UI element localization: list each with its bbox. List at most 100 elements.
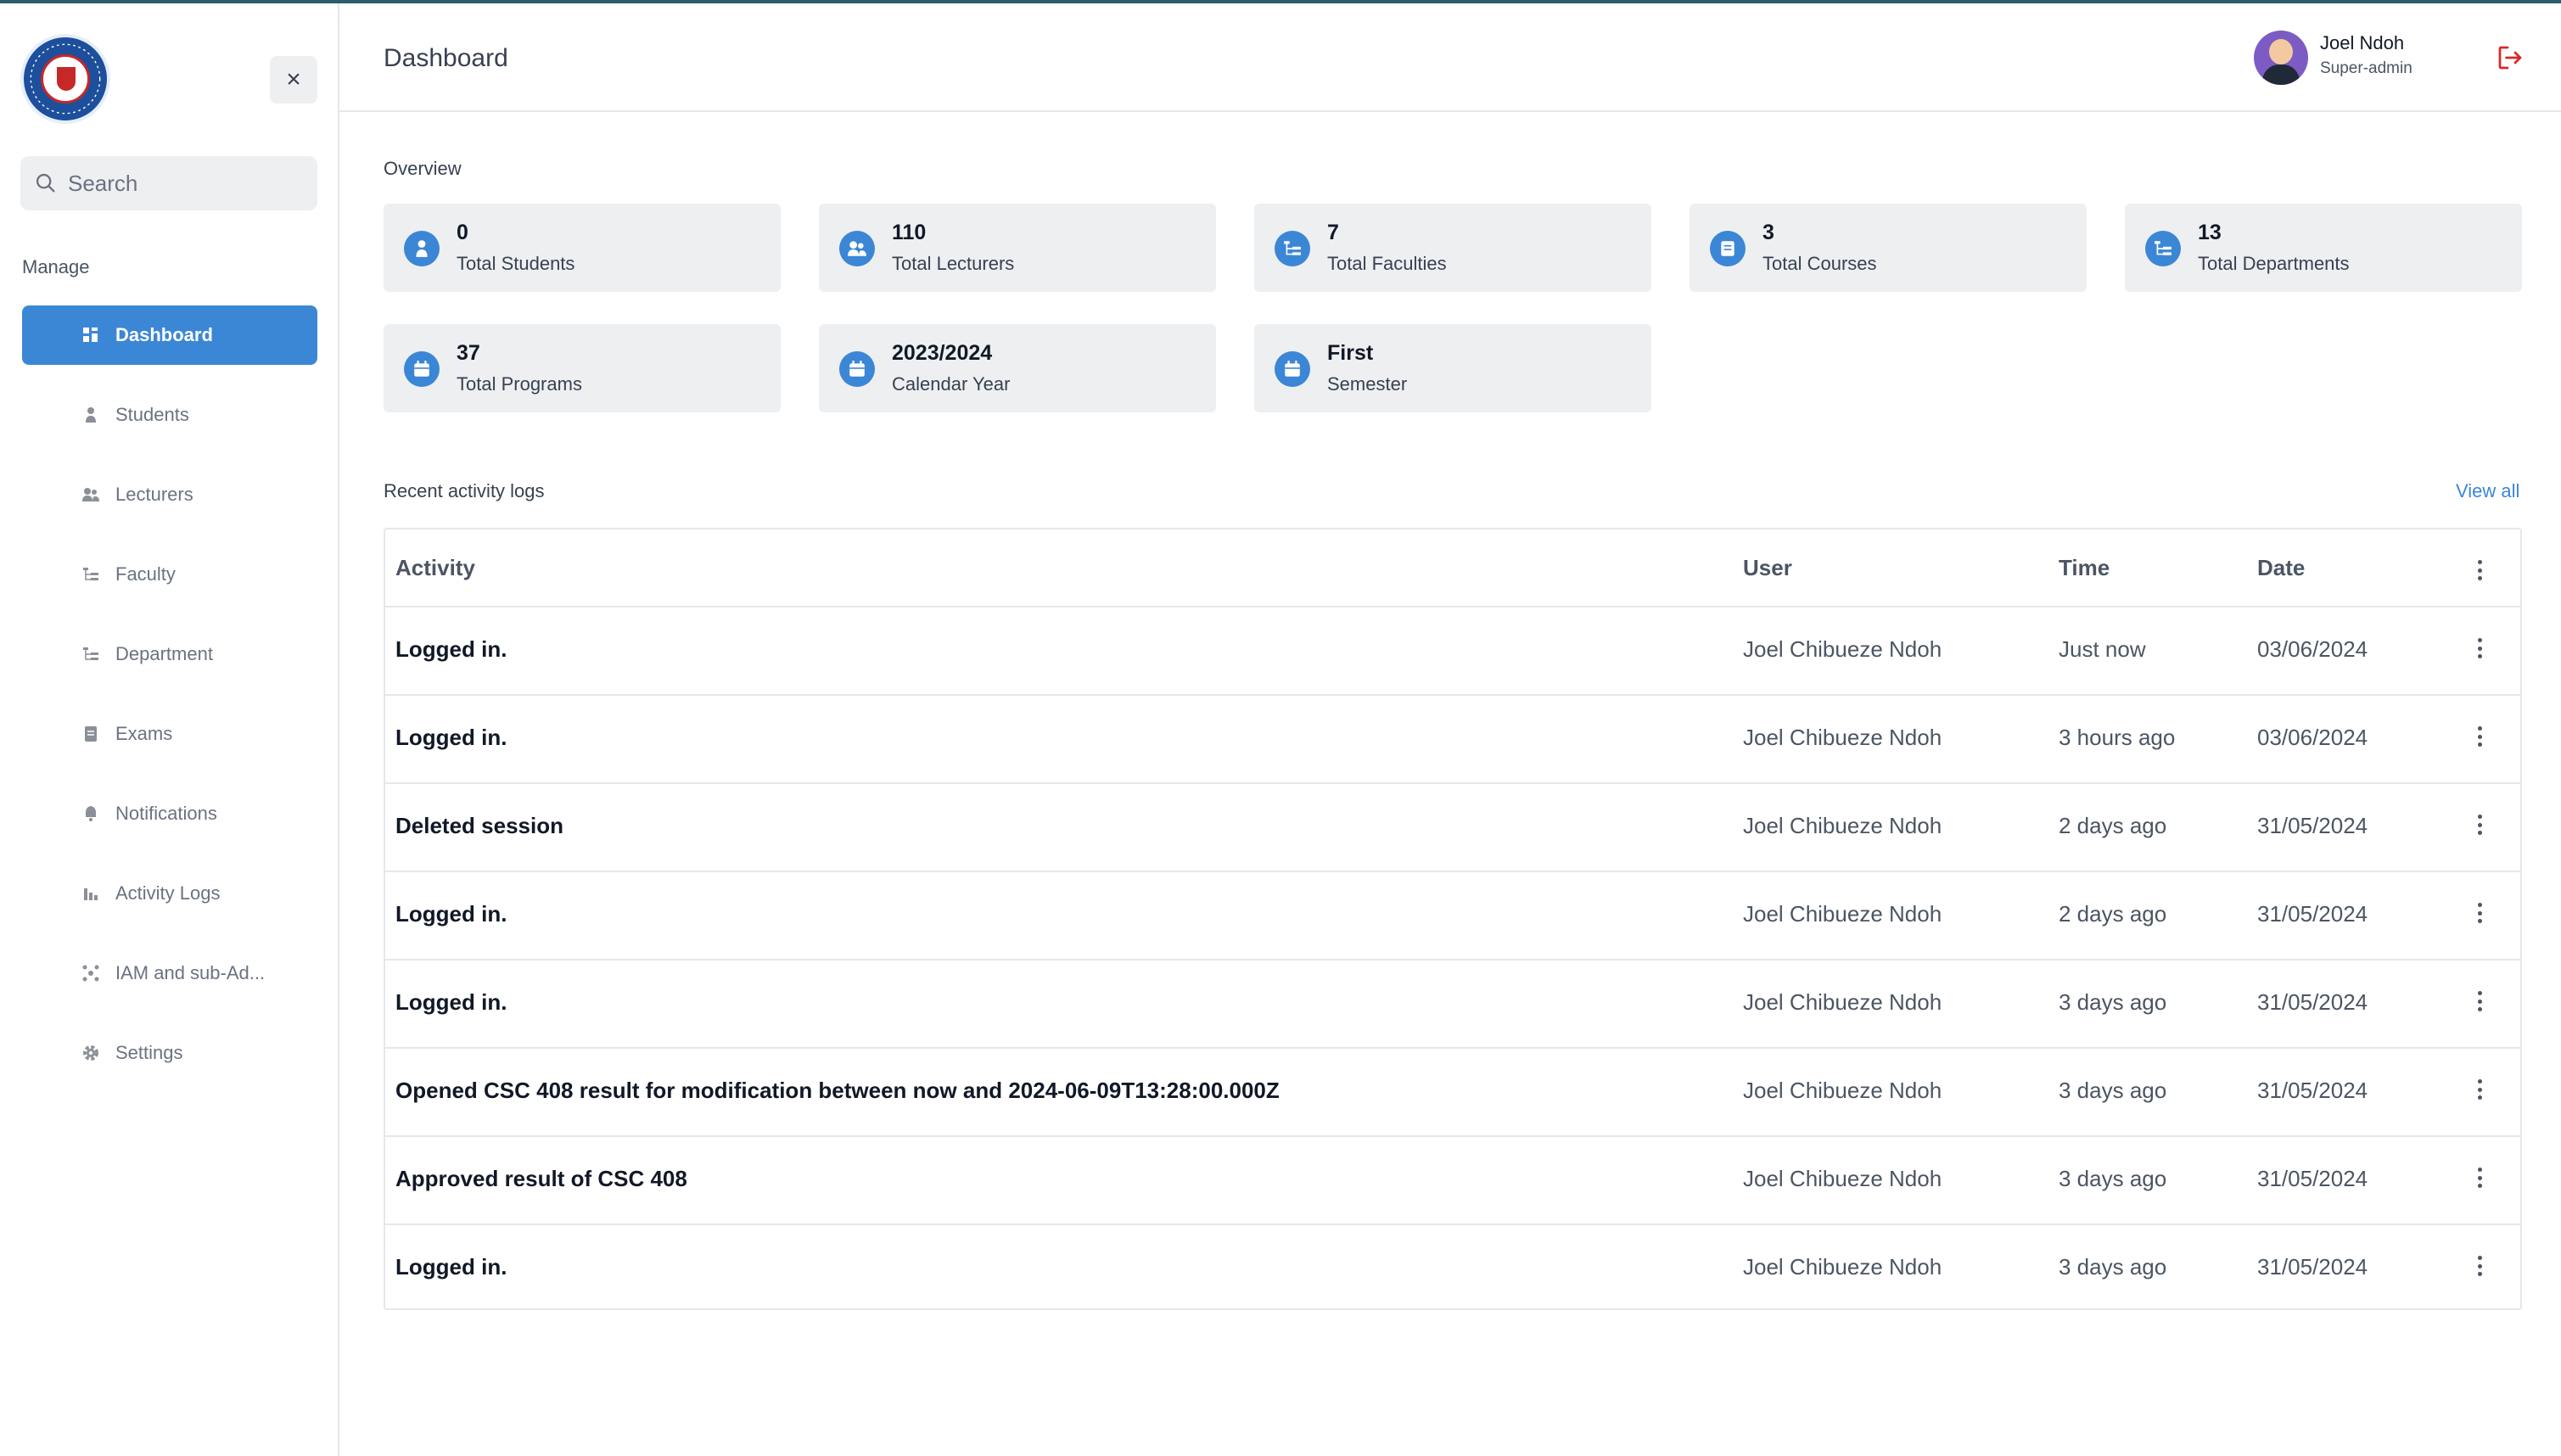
user-cell: Joel Chibueze Ndoh	[1743, 901, 1942, 927]
stat-card-lecturers[interactable]: 110 Total Lecturers	[819, 204, 1216, 292]
stat-card-calendar-year[interactable]: 2023/2024 Calendar Year	[819, 324, 1216, 412]
stat-card-courses[interactable]: 3 Total Courses	[1690, 204, 2087, 292]
stat-label: Calendar Year	[892, 373, 1011, 395]
sidebar-item-department[interactable]: Department	[22, 624, 317, 684]
column-header-time: Time	[2059, 555, 2110, 580]
sidebar: × Manage Dashboard Students Lecturers Fa…	[0, 3, 339, 1456]
document-icon	[81, 725, 100, 743]
row-options-icon[interactable]	[2469, 986, 2490, 1016]
row-options-icon[interactable]	[2469, 898, 2490, 928]
stat-card-semester[interactable]: First Semester	[1254, 324, 1651, 412]
search-icon	[36, 173, 55, 193]
sidebar-item-label: Dashboard	[115, 324, 213, 345]
column-header-date: Date	[2257, 555, 2306, 580]
search-box[interactable]	[20, 156, 317, 210]
time-cell: 3 days ago	[2059, 1078, 2167, 1103]
table-row[interactable]: Logged in. Joel Chibueze Ndoh 3 days ago…	[385, 960, 2520, 1049]
view-all-link[interactable]: View all	[2456, 480, 2519, 502]
stat-card-faculties[interactable]: 7 Total Faculties	[1254, 204, 1651, 292]
calendar-icon	[404, 351, 440, 387]
sidebar-item-activity-logs[interactable]: Activity Logs	[22, 864, 317, 923]
university-logo	[20, 34, 110, 124]
page-title: Dashboard	[384, 44, 508, 72]
tree-icon	[2145, 231, 2181, 266]
date-cell: 03/06/2024	[2257, 636, 2368, 662]
column-header-user: User	[1743, 555, 1792, 580]
avatar[interactable]	[2254, 31, 2308, 85]
row-options-icon[interactable]	[2469, 1074, 2490, 1105]
person-icon	[81, 406, 100, 424]
tree-icon	[81, 645, 100, 664]
table-row[interactable]: Logged in. Joel Chibueze Ndoh 3 hours ag…	[385, 696, 2520, 784]
close-icon: ×	[286, 65, 301, 93]
activity-cell: Logged in.	[395, 901, 507, 927]
activity-cell: Deleted session	[395, 813, 563, 838]
user-name: Joel Ndoh	[2320, 32, 2405, 53]
grid-icon	[81, 326, 100, 344]
user-cell: Joel Chibueze Ndoh	[1743, 1078, 1942, 1103]
stat-label: Total Programs	[457, 373, 582, 395]
tree-icon	[81, 565, 100, 584]
table-row[interactable]: Opened CSC 408 result for modification b…	[385, 1049, 2520, 1137]
search-input[interactable]	[68, 170, 297, 197]
sidebar-item-label: Department	[115, 643, 213, 664]
stat-value: 13	[2198, 221, 2222, 244]
table-row[interactable]: Logged in. Joel Chibueze Ndoh 3 days ago…	[385, 1225, 2520, 1313]
bell-icon	[81, 804, 100, 823]
logout-icon[interactable]	[2495, 42, 2525, 73]
people-icon	[81, 485, 100, 504]
user-cell: Joel Chibueze Ndoh	[1743, 989, 1942, 1015]
stat-label: Total Students	[457, 253, 575, 274]
more-options-icon[interactable]	[2469, 555, 2490, 585]
row-options-icon[interactable]	[2469, 633, 2490, 664]
date-cell: 03/06/2024	[2257, 725, 2368, 750]
row-options-icon[interactable]	[2469, 1251, 2490, 1281]
activity-cell: Logged in.	[395, 725, 507, 750]
sidebar-item-lecturers[interactable]: Lecturers	[22, 465, 317, 524]
column-header-activity: Activity	[395, 555, 475, 580]
stat-value: 3	[1762, 221, 1774, 244]
sidebar-item-students[interactable]: Students	[22, 385, 317, 445]
stat-card-departments[interactable]: 13 Total Departments	[2125, 204, 2522, 292]
row-options-icon[interactable]	[2469, 721, 2490, 752]
table-row[interactable]: Logged in. Joel Chibueze Ndoh Just now 0…	[385, 608, 2520, 696]
stat-label: Total Lecturers	[892, 253, 1015, 274]
book-icon	[1710, 231, 1746, 266]
sidebar-item-label: IAM and sub-Ad...	[115, 962, 266, 983]
user-role: Super-admin	[2320, 59, 2412, 77]
stat-value: 0	[457, 221, 468, 244]
user-cell: Joel Chibueze Ndoh	[1743, 813, 1942, 838]
activity-cell: Opened CSC 408 result for modification b…	[395, 1078, 1280, 1103]
date-cell: 31/05/2024	[2257, 901, 2368, 927]
table-row[interactable]: Deleted session Joel Chibueze Ndoh 2 day…	[385, 784, 2520, 872]
row-options-icon[interactable]	[2469, 809, 2490, 840]
stat-label: Total Faculties	[1327, 253, 1447, 274]
stat-label: Semester	[1327, 373, 1408, 395]
sidebar-item-dashboard[interactable]: Dashboard	[22, 305, 317, 365]
sidebar-item-label: Students	[115, 404, 189, 425]
row-options-icon[interactable]	[2469, 1162, 2490, 1193]
table-row[interactable]: Approved result of CSC 408 Joel Chibueze…	[385, 1137, 2520, 1225]
table-row[interactable]: Logged in. Joel Chibueze Ndoh 2 days ago…	[385, 872, 2520, 960]
stat-card-programs[interactable]: 37 Total Programs	[384, 324, 781, 412]
overview-label: Overview	[384, 158, 462, 179]
bar-chart-icon	[81, 884, 100, 903]
time-cell: 2 days ago	[2059, 901, 2167, 927]
calendar-icon	[839, 351, 875, 387]
sidebar-item-label: Lecturers	[115, 484, 193, 505]
sidebar-item-faculty[interactable]: Faculty	[22, 545, 317, 604]
network-icon	[81, 964, 100, 983]
sidebar-item-iam[interactable]: IAM and sub-Ad...	[22, 944, 317, 1003]
nav-section-label: Manage	[22, 256, 90, 277]
stat-value: 2023/2024	[892, 341, 993, 365]
user-cell: Joel Chibueze Ndoh	[1743, 636, 1942, 662]
stat-card-students[interactable]: 0 Total Students	[384, 204, 781, 292]
top-header: Dashboard Joel Ndoh Super-admin	[339, 3, 2561, 112]
stat-value: 110	[892, 221, 927, 244]
close-sidebar-button[interactable]: ×	[270, 56, 317, 104]
shield-icon	[57, 67, 76, 91]
sidebar-item-settings[interactable]: Settings	[22, 1023, 317, 1083]
sidebar-item-label: Settings	[115, 1042, 183, 1063]
sidebar-item-notifications[interactable]: Notifications	[22, 784, 317, 843]
sidebar-item-exams[interactable]: Exams	[22, 704, 317, 764]
